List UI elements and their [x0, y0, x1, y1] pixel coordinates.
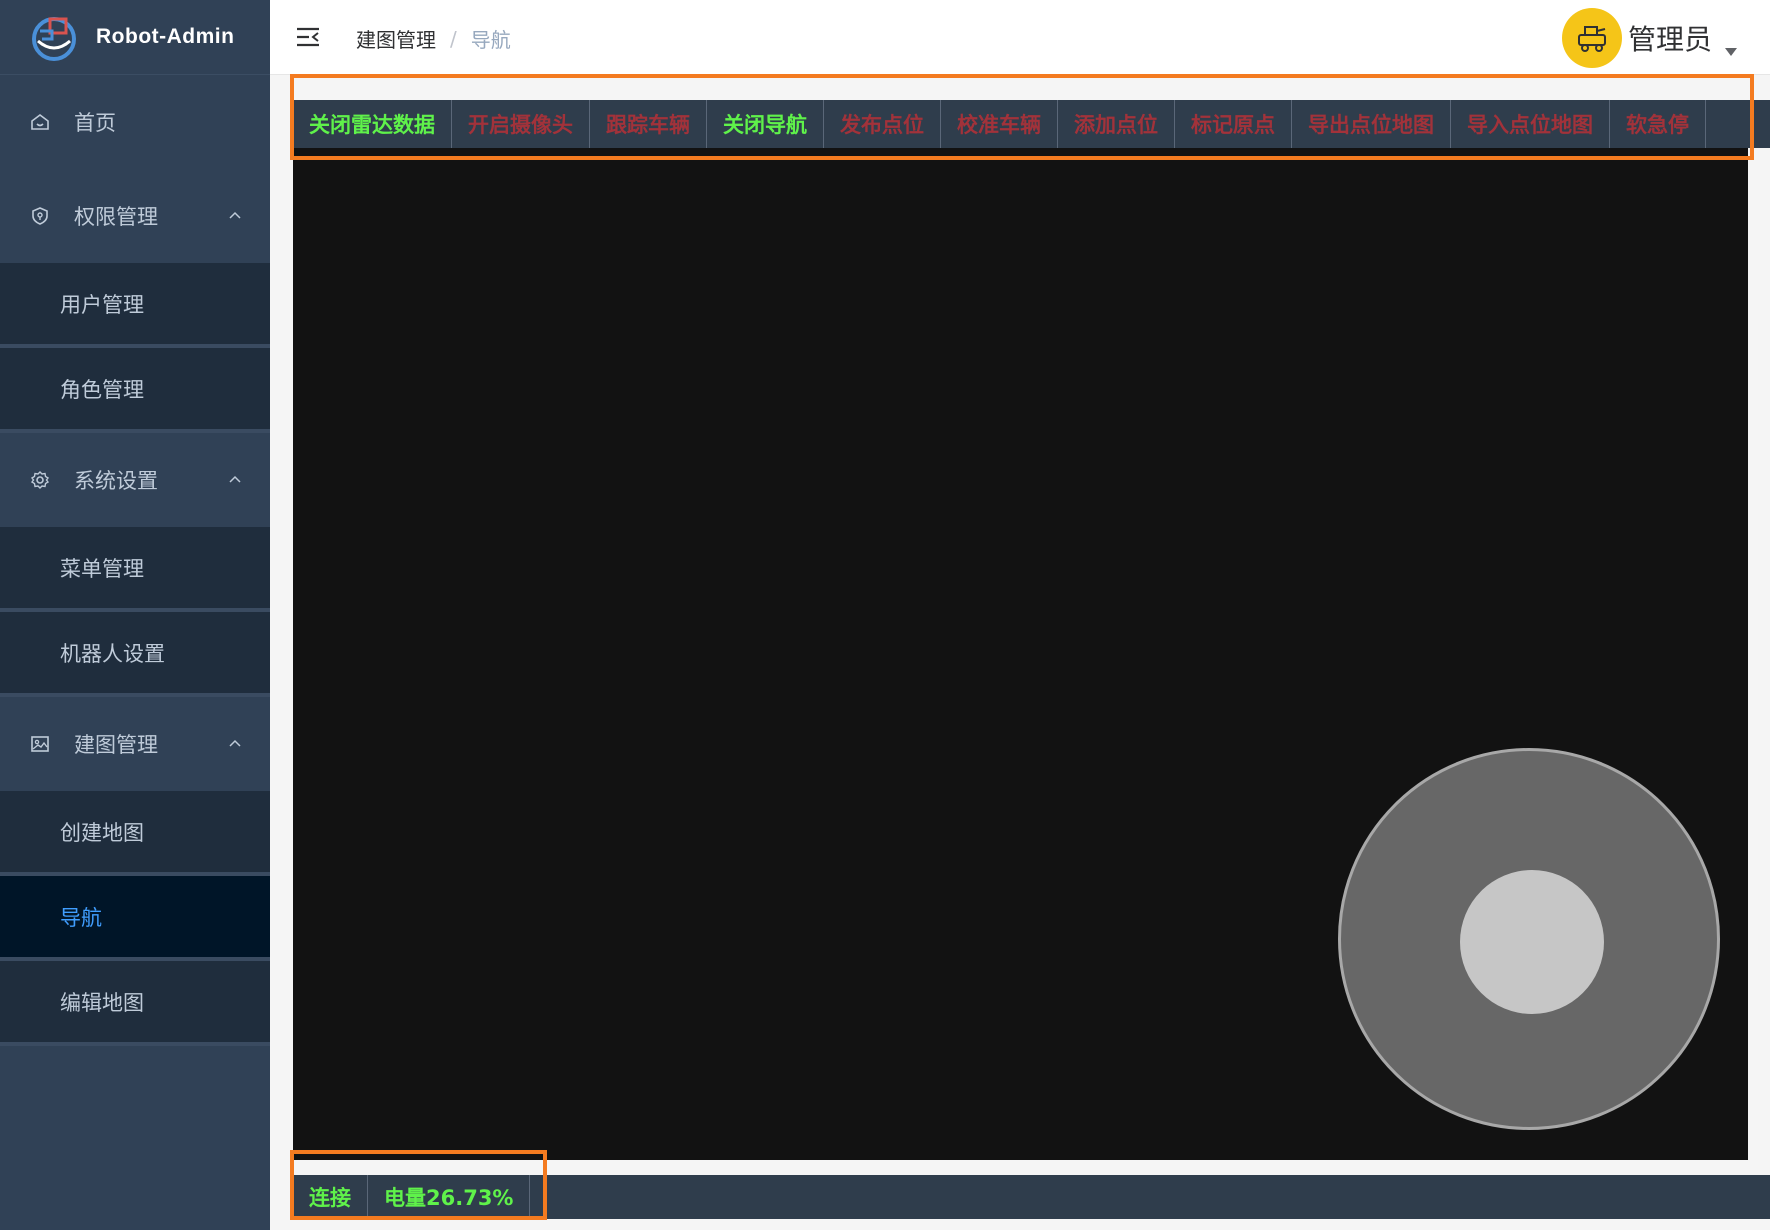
image-icon	[31, 736, 49, 752]
control-toolbar: 关闭雷达数据 开启摄像头 跟踪车辆 关闭导航 发布点位 校准车辆 添加点位 标记…	[293, 100, 1770, 148]
sidebar-item-navigation[interactable]: 导航	[0, 876, 270, 961]
user-name[interactable]: 管理员	[1628, 18, 1712, 58]
map-canvas[interactable]	[293, 148, 1748, 1160]
breadcrumb-current: 导航	[470, 28, 511, 52]
sidebar-item-label: 编辑地图	[60, 990, 144, 1015]
chevron-up-icon	[229, 475, 241, 483]
gear-icon	[30, 471, 50, 489]
sidebar-item-label: 菜单管理	[60, 556, 144, 581]
sidebar: Robot-Admin 首页 权限管理 用户管理 角色管理 系统设置 菜单管理 …	[0, 0, 270, 1230]
avatar[interactable]	[1562, 8, 1622, 68]
chevron-up-icon	[229, 211, 241, 219]
battery-status: 电量26.73%	[368, 1175, 531, 1219]
toggle-navigation-button[interactable]: 关闭导航	[707, 100, 824, 148]
sidebar-item-label: 权限管理	[74, 205, 158, 229]
robot-logo-icon	[32, 17, 76, 61]
app-title: Robot-Admin	[96, 25, 235, 48]
calibrate-vehicle-button[interactable]: 校准车辆	[941, 100, 1058, 148]
sidebar-item-permissions[interactable]: 权限管理	[0, 169, 270, 263]
sidebar-item-label: 机器人设置	[60, 641, 165, 666]
status-bar: 连接 电量26.73%	[293, 1175, 1770, 1219]
sidebar-item-label: 首页	[74, 111, 116, 135]
mark-origin-button[interactable]: 标记原点	[1175, 100, 1292, 148]
breadcrumb-parent[interactable]: 建图管理	[356, 24, 436, 53]
menu-fold-icon[interactable]	[296, 26, 320, 48]
sidebar-item-map-management[interactable]: 建图管理	[0, 697, 270, 791]
caret-down-icon[interactable]	[1725, 48, 1737, 56]
sidebar-item-label: 创建地图	[60, 820, 144, 845]
export-point-map-button[interactable]: 导出点位地图	[1292, 100, 1451, 148]
sidebar-item-robot-settings[interactable]: 机器人设置	[0, 612, 270, 697]
breadcrumb: 建图管理 / 导航	[356, 24, 511, 53]
home-icon	[31, 114, 49, 130]
sidebar-item-label: 用户管理	[60, 292, 144, 317]
chevron-up-icon	[229, 739, 241, 747]
sidebar-item-role-management[interactable]: 角色管理	[0, 348, 270, 433]
publish-point-button[interactable]: 发布点位	[824, 100, 941, 148]
joystick-base[interactable]	[1338, 748, 1720, 1130]
sidebar-item-label: 角色管理	[60, 377, 144, 402]
joystick-handle[interactable]	[1460, 870, 1604, 1014]
sidebar-item-label: 导航	[60, 905, 102, 930]
track-vehicle-button[interactable]: 跟踪车辆	[590, 100, 707, 148]
sidebar-item-user-management[interactable]: 用户管理	[0, 263, 270, 348]
sidebar-item-edit-map[interactable]: 编辑地图	[0, 961, 270, 1046]
main-content: 关闭雷达数据 开启摄像头 跟踪车辆 关闭导航 发布点位 校准车辆 添加点位 标记…	[270, 75, 1770, 1230]
sidebar-item-label: 系统设置	[74, 469, 158, 493]
import-point-map-button[interactable]: 导入点位地图	[1451, 100, 1610, 148]
shield-icon	[32, 207, 48, 225]
sidebar-item-create-map[interactable]: 创建地图	[0, 791, 270, 876]
soft-emergency-stop-button[interactable]: 软急停	[1610, 100, 1706, 148]
toggle-camera-button[interactable]: 开启摄像头	[452, 100, 590, 148]
top-header: 建图管理 / 导航 管理员	[270, 0, 1770, 75]
sidebar-item-menu-management[interactable]: 菜单管理	[0, 527, 270, 612]
sidebar-item-home[interactable]: 首页	[0, 75, 270, 169]
toggle-radar-button[interactable]: 关闭雷达数据	[293, 100, 452, 148]
sidebar-item-label: 建图管理	[74, 733, 158, 757]
sidebar-item-system-settings[interactable]: 系统设置	[0, 433, 270, 527]
breadcrumb-separator: /	[450, 26, 457, 51]
connection-status: 连接	[293, 1175, 368, 1219]
add-point-button[interactable]: 添加点位	[1058, 100, 1175, 148]
robot-car-icon	[1578, 26, 1606, 52]
brand[interactable]: Robot-Admin	[0, 0, 270, 75]
